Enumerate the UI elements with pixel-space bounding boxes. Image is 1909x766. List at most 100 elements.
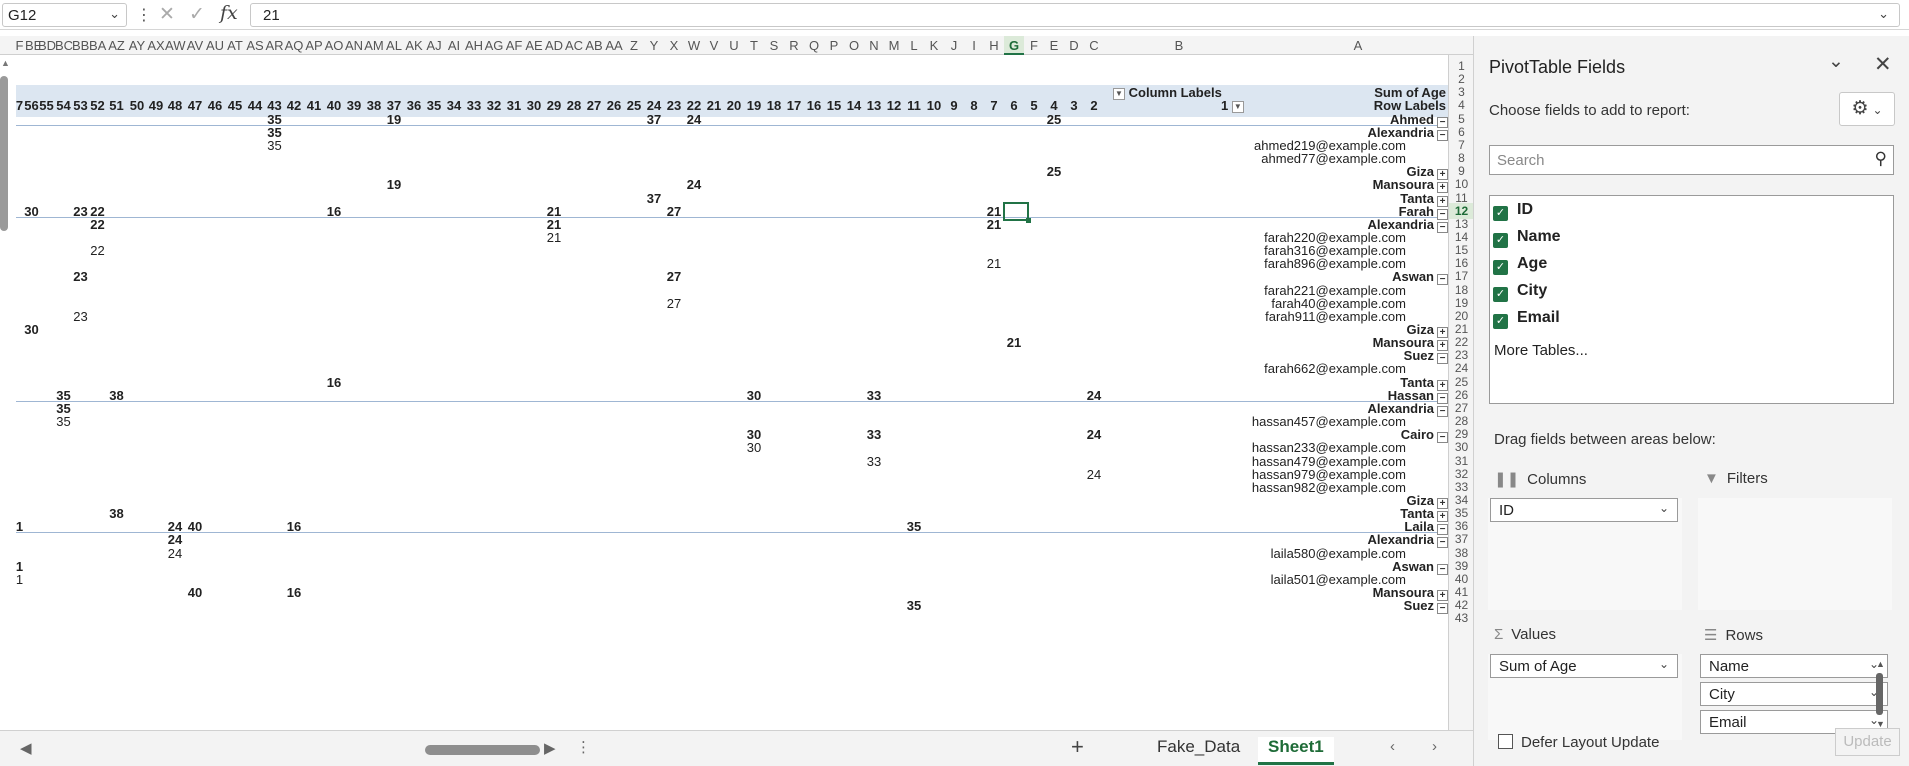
area-field-pill[interactable]: ID ⌄ (1490, 498, 1678, 522)
value-cell[interactable]: 19 (379, 112, 409, 128)
column-header[interactable]: W (684, 36, 704, 55)
value-cell[interactable]: 35 (260, 138, 290, 154)
confirm-icon[interactable]: ✓ (189, 3, 205, 26)
column-header[interactable]: C (1084, 36, 1104, 55)
column-header[interactable]: AU (205, 36, 225, 55)
column-header[interactable]: M (884, 36, 904, 55)
collapse-icon[interactable]: − (1437, 221, 1448, 233)
column-header[interactable]: AF (504, 36, 524, 55)
value-cell[interactable]: 33 (859, 427, 889, 443)
field-email[interactable]: ✓ Email (1493, 309, 1560, 329)
column-header[interactable]: T (744, 36, 764, 55)
formula-input[interactable]: 21 ⌄ (250, 3, 1900, 27)
add-sheet-icon[interactable]: + (1071, 734, 1084, 760)
column-header[interactable]: F (1024, 36, 1044, 55)
column-header[interactable]: AN (344, 36, 364, 55)
next-sheet-icon[interactable]: › (1432, 738, 1437, 755)
chevron-down-icon[interactable]: ⌄ (1659, 657, 1669, 671)
value-cell[interactable]: 22 (83, 217, 113, 233)
value-cell[interactable]: 16 (279, 519, 309, 535)
search-input[interactable]: Search ⚲ (1489, 145, 1894, 175)
value-cell[interactable]: 33 (859, 454, 889, 470)
collapse-icon[interactable]: − (1437, 563, 1448, 575)
column-header[interactable]: AZ (106, 36, 127, 55)
close-icon[interactable]: ✕ (1874, 52, 1892, 77)
area-field-pill[interactable]: City ⌄ (1700, 682, 1888, 706)
collapse-icon[interactable]: − (1437, 274, 1448, 286)
column-header[interactable]: AP (304, 36, 324, 55)
horizontal-scrollbar[interactable] (425, 745, 540, 755)
value-cell[interactable]: 16 (319, 204, 349, 220)
column-header[interactable]: AX (147, 36, 165, 55)
value-cell[interactable]: 38 (102, 388, 132, 404)
value-cell[interactable]: 37 (639, 112, 669, 128)
value-cell[interactable]: 24 (160, 546, 190, 562)
value-cell[interactable]: 27 (659, 296, 689, 312)
area-field-pill[interactable]: Name ⌄ (1700, 654, 1888, 678)
column-header[interactable]: AD (544, 36, 564, 55)
column-header[interactable]: AL (384, 36, 404, 55)
value-cell[interactable]: 33 (859, 388, 889, 404)
column-header[interactable]: X (664, 36, 684, 55)
column-header[interactable]: AS (245, 36, 265, 55)
value-cell[interactable]: 27 (659, 269, 689, 285)
collapse-icon[interactable]: − (1437, 405, 1448, 417)
value-cell[interactable]: 1 (5, 519, 35, 535)
value-cell[interactable]: 21 (539, 230, 569, 246)
cancel-icon[interactable]: ✕ (159, 3, 175, 26)
value-cell[interactable]: 35 (899, 519, 929, 535)
sheet-tab-fake-data[interactable]: Fake_Data (1147, 737, 1250, 757)
column-header[interactable]: AT (225, 36, 245, 55)
column-header[interactable]: AJ (424, 36, 444, 55)
collapse-icon[interactable]: − (1437, 432, 1448, 444)
column-header[interactable]: AE (524, 36, 544, 55)
value-cell[interactable]: 16 (319, 375, 349, 391)
field-id[interactable]: ✓ ID (1493, 201, 1533, 221)
value-cell[interactable]: 35 (49, 414, 79, 430)
value-cell[interactable]: 38 (102, 506, 132, 522)
checkbox-icon[interactable] (1498, 734, 1513, 749)
value-cell[interactable]: 16 (279, 585, 309, 601)
column-header[interactable]: AI (444, 36, 464, 55)
vertical-scrollbar[interactable] (0, 76, 8, 231)
rows-scrollbar[interactable]: ▲ ▼ (1876, 659, 1885, 735)
column-header[interactable]: AV (185, 36, 205, 55)
field-city[interactable]: ✓ City (1493, 282, 1547, 302)
field-age[interactable]: ✓ Age (1493, 255, 1547, 275)
values-area[interactable]: Σ Values Sum of Age ⌄ (1488, 622, 1682, 742)
collapse-icon[interactable]: − (1437, 129, 1448, 141)
column-header[interactable]: AQ (284, 36, 304, 55)
column-header[interactable]: BC (55, 36, 73, 55)
column-header[interactable]: Q (804, 36, 824, 55)
filters-area[interactable]: ▼ Filters (1698, 466, 1892, 616)
column-header[interactable]: BE (25, 36, 42, 55)
column-header[interactable]: Y (644, 36, 664, 55)
scroll-right-icon[interactable]: ▶ (544, 739, 556, 757)
filters-drop-zone[interactable] (1698, 498, 1892, 610)
column-header[interactable]: AM (364, 36, 384, 55)
row-label-city[interactable]: Suez − (1118, 598, 1448, 615)
value-cell[interactable]: 23 (66, 309, 96, 325)
column-header[interactable]: AO (324, 36, 344, 55)
column-header[interactable]: R (784, 36, 804, 55)
column-header[interactable]: F (14, 36, 25, 55)
column-header[interactable]: G (1004, 36, 1024, 55)
checkbox-icon[interactable]: ✓ (1493, 233, 1508, 248)
chevron-down-icon[interactable]: ⌄ (1659, 501, 1669, 515)
field-name[interactable]: ✓ Name (1493, 228, 1561, 248)
column-header[interactable]: L (904, 36, 924, 55)
collapse-icon[interactable]: − (1437, 603, 1448, 615)
sheet-tab-sheet1[interactable]: Sheet1 (1258, 737, 1334, 765)
value-cell[interactable]: 23 (66, 269, 96, 285)
gear-icon[interactable]: ⚙ ⌄ (1839, 92, 1895, 126)
more-tables-link[interactable]: More Tables... (1494, 342, 1588, 359)
column-header[interactable]: AR (265, 36, 284, 55)
value-cell[interactable]: 40 (180, 585, 210, 601)
scroll-up-icon[interactable]: ▲ (1, 58, 10, 68)
value-cell[interactable]: 27 (659, 204, 689, 220)
column-header[interactable]: BB (72, 36, 89, 55)
column-header[interactable]: AG (484, 36, 504, 55)
column-header[interactable]: P (824, 36, 844, 55)
column-header[interactable]: AW (165, 36, 185, 55)
value-cell[interactable]: 35 (899, 598, 929, 614)
